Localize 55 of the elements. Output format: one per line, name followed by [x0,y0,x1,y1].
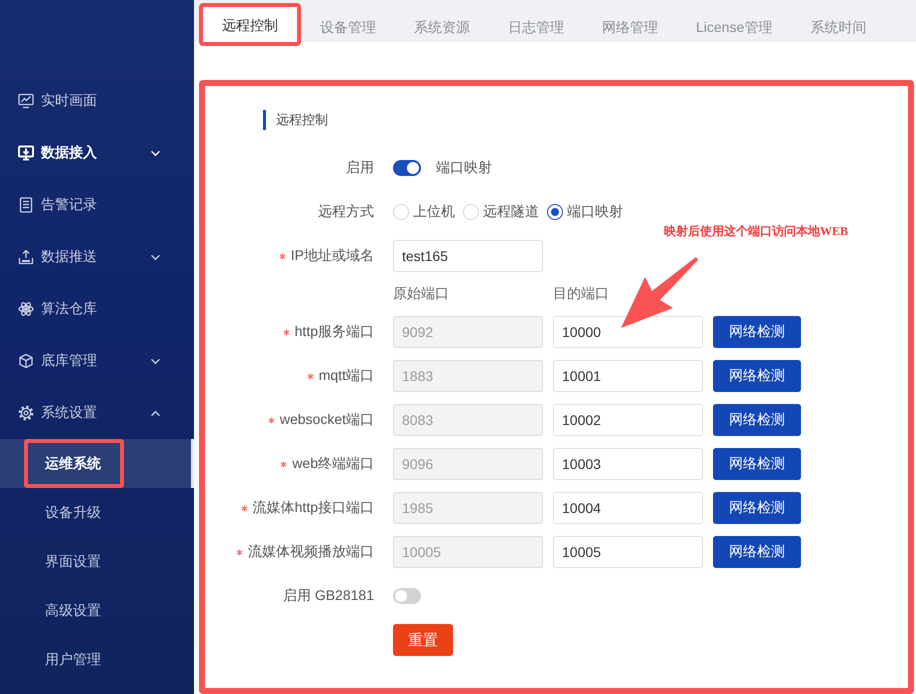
column-header: 目的端口 [553,285,610,303]
section-title: 远程控制 [263,110,328,130]
sidebar-subitem[interactable]: 用户管理 [0,635,194,684]
tab[interactable]: 远程控制 [199,3,301,46]
field-label: websocket端口 [280,411,374,429]
sidebar-item[interactable]: 告警记录 [0,179,194,231]
sidebar-item[interactable]: 数据推送 [0,231,194,283]
field-label: IP地址或域名 [290,247,374,265]
list-icon [18,197,34,213]
network-check-button[interactable]: 网络检测 [713,448,801,480]
annotation-note: 映射后使用这个端口访问本地WEB [664,223,848,240]
field-label: mqtt端口 [318,367,374,385]
input-field[interactable]: 10003 [553,448,703,480]
network-check-button[interactable]: 网络检测 [713,492,801,524]
input-field[interactable]: 10004 [553,492,703,524]
sidebar-item[interactable]: 算法仓库 [0,283,194,335]
sidebar-subitem[interactable]: 设备升级 [0,488,194,537]
radio-option[interactable]: 远程隧道 [463,203,539,221]
sidebar-subitem[interactable]: 高级设置 [0,586,194,635]
radio-button[interactable] [547,204,563,220]
atom-icon [18,301,34,317]
column-header: 原始端口 [393,285,450,303]
input-field[interactable]: 10001 [553,360,703,392]
reset-button[interactable]: 重置 [393,624,453,656]
sidebar-item[interactable]: 底库管理 [0,335,194,387]
sidebar-item[interactable]: 数据接入 [0,127,194,179]
sidebar-item[interactable]: 实时画面 [0,75,194,127]
field-label: 流媒体http接口端口 [252,499,374,517]
input-field[interactable]: 10000 [553,316,703,348]
field-label: web终端端口 [292,455,374,473]
input-field[interactable]: 10005 [553,536,703,568]
sidebar-subitem[interactable]: 运维系统 [0,439,194,488]
cube-icon [18,353,34,369]
sidebar-item[interactable]: 系统设置 [0,387,194,439]
input-field[interactable]: 10002 [553,404,703,436]
field-label: 启用 GB28181 [282,587,374,605]
network-check-button[interactable]: 网络检测 [713,316,801,348]
chart-monitor-icon [18,93,34,109]
field-label: 远程方式 [318,203,374,221]
field-label: 启用 [346,159,374,177]
network-check-button[interactable]: 网络检测 [713,536,801,568]
field-label: 流媒体视频播放端口 [248,543,374,561]
sidebar-subitem[interactable]: 界面设置 [0,537,194,586]
network-check-button[interactable]: 网络检测 [713,404,801,436]
toggle-switch[interactable] [393,588,421,604]
monitor-download-icon [18,145,34,161]
network-check-button[interactable]: 网络检测 [713,360,801,392]
input-field[interactable]: test165 [393,240,543,272]
settings-icon [18,405,34,421]
radio-option[interactable]: 上位机 [393,203,455,221]
toggle-switch[interactable] [393,160,421,176]
upload-icon [18,249,34,265]
radio-option[interactable]: 端口映射 [547,203,623,221]
switch-text: 端口映射 [436,159,492,177]
field-label: http服务端口 [294,323,374,341]
